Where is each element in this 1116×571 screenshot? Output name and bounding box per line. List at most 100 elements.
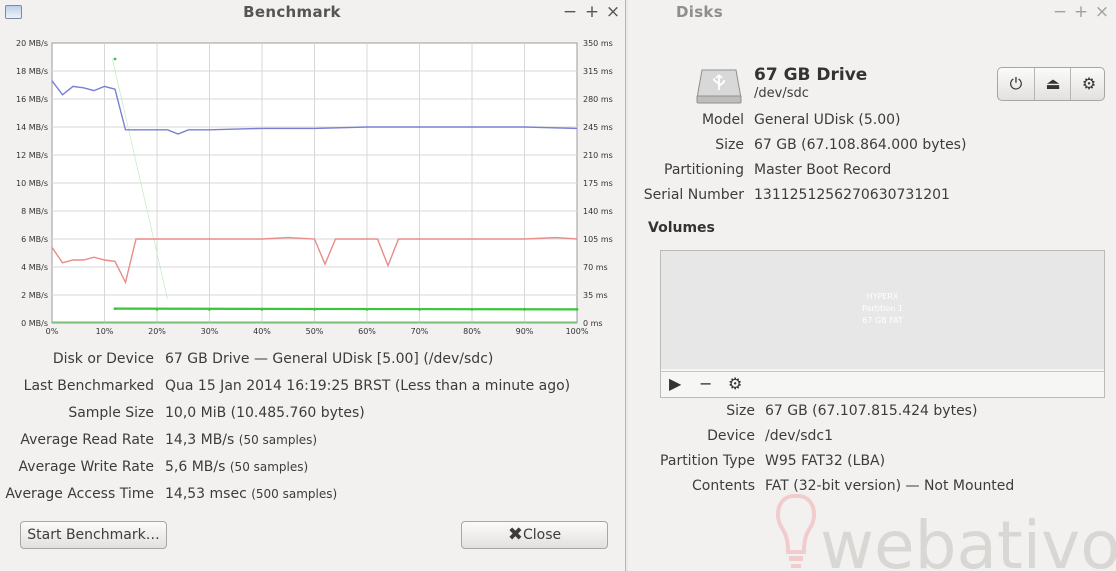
sample-size-label: Sample Size — [68, 405, 154, 421]
benchmark-titlebar: Benchmark − + × — [0, 0, 625, 24]
row-disk-or-device: Disk or Device 67 GB Drive — General UDi… — [0, 351, 626, 371]
chart-y-right-tick-label: 140 ms — [583, 207, 613, 216]
chart-access-point — [523, 308, 526, 311]
volume-size-label: Size — [726, 403, 755, 419]
chart-access-point — [113, 57, 117, 61]
average-access-time-value: 14,53 msec (500 samples) — [165, 486, 337, 502]
size-label: Size — [715, 137, 744, 153]
chart-y-left-tick-label: 18 MB/s — [16, 67, 48, 76]
drive-name: 67 GB Drive — [754, 65, 868, 85]
average-read-rate-label: Average Read Rate — [20, 432, 154, 448]
chart-y-left-tick-label: 4 MB/s — [21, 263, 48, 272]
average-read-rate-samples: (50 samples) — [238, 433, 318, 447]
chart-y-right-tick-label: 280 ms — [583, 95, 613, 104]
volume-size-value: 67 GB (67.107.815.424 bytes) — [765, 403, 978, 419]
last-benchmarked-label: Last Benchmarked — [23, 378, 154, 394]
chart-y-right-tick-label: 350 ms — [583, 39, 613, 48]
chart-y-right-tick-label: 175 ms — [583, 179, 613, 188]
minimize-icon[interactable]: − — [561, 2, 579, 22]
chart-x-tick-label: 70% — [411, 327, 429, 336]
row-average-write-rate: Average Write Rate 5,6 MB/s (50 samples) — [0, 459, 626, 479]
close-button-label: Close — [522, 527, 562, 543]
chart-access-point — [313, 308, 316, 311]
partitioning-value: Master Boot Record — [754, 162, 892, 178]
chart-x-tick-label: 60% — [358, 327, 376, 336]
volume-toolbar: ▶ − ⚙ — [661, 371, 1104, 398]
row-average-access-time: Average Access Time 14,53 msec (500 samp… — [0, 486, 626, 506]
chart-y-right-tick-label: 0 ms — [583, 319, 603, 328]
partition-type-label: Partition Type — [660, 453, 755, 469]
serial-number-label: Serial Number — [643, 187, 744, 203]
chart-y-left-tick-label: 14 MB/s — [16, 123, 48, 132]
chart-x-tick-label: 0% — [46, 327, 59, 336]
chart-access-point — [365, 308, 369, 311]
chart-y-right-tick-label: 105 ms — [583, 235, 613, 244]
gears-icon[interactable]: ⚙ — [728, 374, 742, 393]
chart-y-right-tick-label: 315 ms — [583, 67, 613, 76]
chart-access-point — [155, 308, 159, 311]
average-write-rate-label: Average Write Rate — [18, 459, 154, 475]
chart-y-right-tick-label: 210 ms — [583, 151, 613, 160]
watermark-text: webativo — [820, 507, 1116, 571]
average-access-time-number: 14,53 msec — [165, 486, 247, 502]
chart-x-tick-label: 20% — [148, 327, 166, 336]
gear-icon[interactable]: ⚙ — [1070, 68, 1107, 100]
start-benchmark-button[interactable]: Start Benchmark… — [20, 521, 167, 549]
volumes-heading: Volumes — [648, 220, 715, 236]
chart-y-right-tick-label: 245 ms — [583, 123, 613, 132]
size-value: 67 GB (67.108.864.000 bytes) — [754, 137, 967, 153]
sample-size-value: 10,0 MiB (10.485.760 bytes) — [165, 405, 365, 421]
maximize-icon[interactable]: + — [583, 2, 601, 22]
disks-maximize-icon[interactable]: + — [1072, 2, 1090, 22]
drive-toolbar: ⏻ ⏏ ⚙ — [997, 67, 1105, 101]
average-read-rate-number: 14,3 MB/s — [165, 432, 235, 448]
play-icon[interactable]: ▶ — [669, 374, 681, 393]
contents-label: Contents — [692, 478, 755, 494]
power-icon[interactable]: ⏻ — [998, 68, 1034, 100]
chart-x-tick-label: 90% — [516, 327, 534, 336]
partitioning-label: Partitioning — [664, 162, 744, 178]
minus-icon[interactable]: − — [699, 374, 712, 393]
disks-minimize-icon[interactable]: − — [1051, 2, 1069, 22]
row-last-benchmarked: Last Benchmarked Qua 15 Jan 2014 16:19:2… — [0, 378, 626, 398]
partition-type-value: W95 FAT32 (LBA) — [765, 453, 886, 469]
volume-device-value: /dev/sdc1 — [765, 428, 834, 444]
model-label: Model — [701, 112, 744, 128]
chart-x-tick-label: 40% — [253, 327, 271, 336]
chart-access-point — [575, 308, 579, 311]
partition-label: HYPERX — [866, 292, 899, 301]
disks-title: Disks — [676, 3, 723, 21]
partition-number: Partition 1 — [862, 304, 903, 313]
chart-y-left-tick-label: 10 MB/s — [16, 179, 48, 188]
chart-x-tick-label: 100% — [566, 327, 589, 336]
disks-close-icon[interactable]: × — [1093, 2, 1111, 22]
close-x-icon: ✖ — [507, 524, 523, 545]
chart-y-right-tick-label: 70 ms — [583, 263, 608, 272]
benchmark-chart: 0% 10% 20% 30% 40% 50% 60% 70% 80% 90% 100% 0 MB/s 2… — [16, 39, 613, 336]
row-sample-size: Sample Size 10,0 MiB (10.485.760 bytes) — [0, 405, 626, 425]
average-write-rate-number: 5,6 MB/s — [165, 459, 226, 475]
chart-access-band — [114, 307, 578, 311]
chart-access-point — [208, 308, 211, 311]
row-average-read-rate: Average Read Rate 14,3 MB/s (50 samples) — [0, 432, 626, 452]
eject-icon[interactable]: ⏏ — [1034, 68, 1071, 100]
chart-access-point — [418, 308, 421, 311]
volume-map: HYPERX Partition 1 67 GB FAT ▶ − ⚙ — [660, 250, 1105, 398]
close-icon[interactable]: × — [604, 2, 622, 22]
close-button[interactable]: ✖Close — [461, 521, 608, 549]
average-write-rate-value: 5,6 MB/s (50 samples) — [165, 459, 308, 475]
contents-value: FAT (32-bit version) — Not Mounted — [765, 478, 1015, 494]
average-access-time-label: Average Access Time — [5, 486, 154, 502]
disk-or-device-label: Disk or Device — [52, 351, 154, 367]
partition-block[interactable]: HYPERX Partition 1 67 GB FAT — [661, 251, 1104, 369]
benchmark-title: Benchmark — [243, 3, 341, 21]
model-value: General UDisk (5.00) — [754, 112, 901, 128]
average-access-time-samples: (500 samples) — [251, 487, 338, 501]
disk-or-device-value: 67 GB Drive — General UDisk [5.00] (/dev… — [165, 351, 494, 367]
chart-y-left-tick-label: 0 MB/s — [21, 319, 48, 328]
chart-access-point — [260, 308, 264, 311]
disks-titlebar: Disks − + × — [628, 0, 1116, 24]
benchmark-window: Benchmark − + × 0% 10% 20% 30% 40% 50% 60% 70% 8… — [0, 0, 626, 571]
average-read-rate-value: 14,3 MB/s (50 samples) — [165, 432, 317, 448]
chart-y-left-tick-label: 6 MB/s — [21, 235, 48, 244]
